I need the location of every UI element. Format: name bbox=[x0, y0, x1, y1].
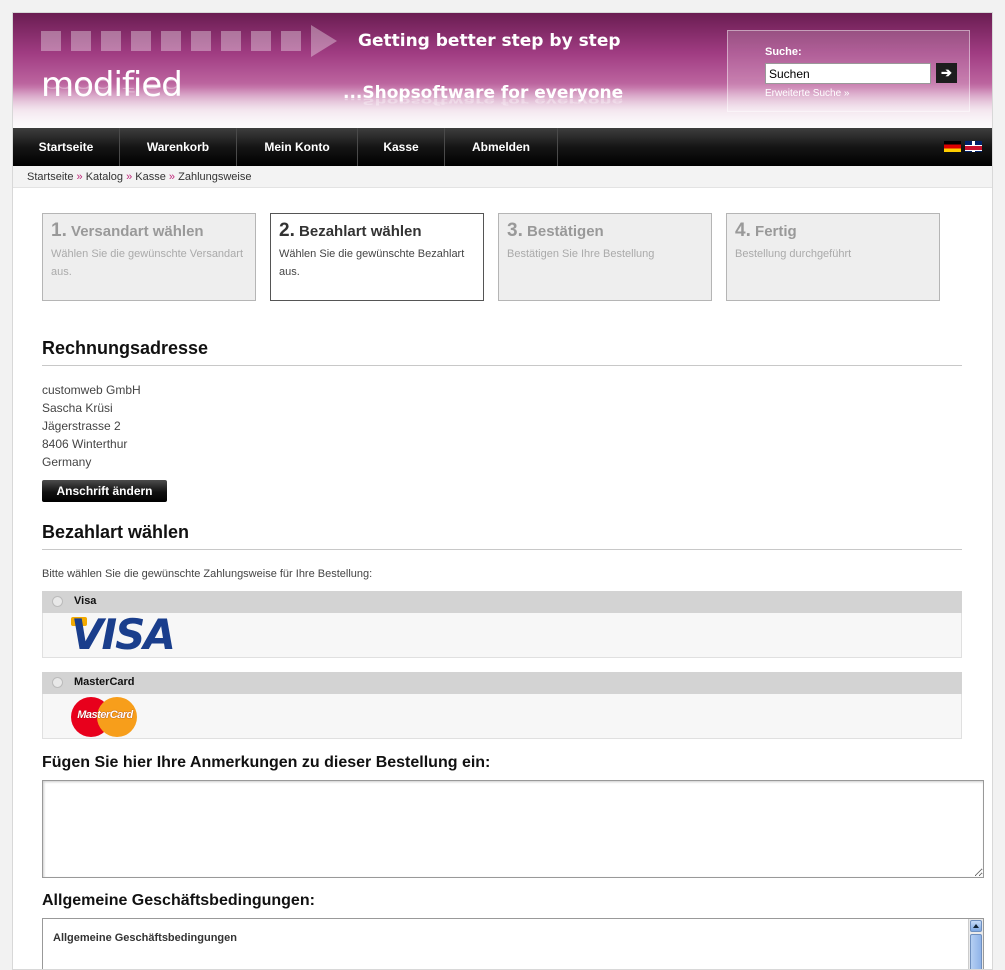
decorative-squares bbox=[41, 31, 301, 51]
search-submit-button[interactable]: ➔ bbox=[936, 63, 957, 83]
slogan-bottom-reflection: ...Shopsoftware for everyone bbox=[343, 96, 624, 106]
mastercard-logo-icon: MasterCard bbox=[71, 697, 139, 737]
search-box: Suche: ➔ Erweiterte Suche » bbox=[727, 30, 970, 112]
advanced-search-link[interactable]: Erweiterte Suche » bbox=[765, 88, 850, 99]
terms-box[interactable]: Allgemeine Geschäftsbedingungen bbox=[42, 918, 984, 969]
comments-label: Fügen Sie hier Ihre Anmerkungen zu diese… bbox=[42, 754, 491, 771]
breadcrumb-katalog[interactable]: Katalog bbox=[86, 171, 123, 183]
terms-label: Allgemeine Geschäftsbedingungen: bbox=[42, 892, 315, 909]
scroll-up-icon[interactable] bbox=[970, 920, 982, 932]
nav-item-warenkorb[interactable]: Warenkorb bbox=[120, 128, 237, 166]
search-label: Suche: bbox=[765, 46, 802, 58]
scroll-thumb[interactable] bbox=[970, 934, 982, 969]
uk-flag-icon[interactable] bbox=[965, 141, 982, 152]
checkout-step-payment: 2. Bezahlart wählen Wählen Sie die gewün… bbox=[270, 213, 484, 301]
payment-intro: Bitte wählen Sie die gewünschte Zahlungs… bbox=[42, 568, 373, 580]
checkout-step-done: 4. Fertig Bestellung durchgeführt bbox=[726, 213, 940, 301]
language-switcher bbox=[944, 141, 982, 152]
checkout-step-shipping[interactable]: 1. Versandart wählen Wählen Sie die gewü… bbox=[42, 213, 256, 301]
divider bbox=[42, 549, 962, 550]
mastercard-radio[interactable] bbox=[52, 677, 63, 688]
divider bbox=[42, 365, 962, 366]
payment-option-visa[interactable]: Visa VISA bbox=[42, 591, 962, 658]
breadcrumb-kasse[interactable]: Kasse bbox=[135, 171, 166, 183]
logo-reflection: modified bbox=[41, 75, 182, 95]
nav-item-kasse[interactable]: Kasse bbox=[358, 128, 445, 166]
page: modified modified Getting better step by… bbox=[12, 12, 993, 970]
visa-logo-icon: VISA bbox=[71, 610, 176, 659]
nav-item-startseite[interactable]: Startseite bbox=[13, 128, 120, 166]
billing-heading: Rechnungsadresse bbox=[42, 338, 209, 358]
visa-radio[interactable] bbox=[52, 596, 63, 607]
billing-address: customweb GmbH Sascha Krüsi Jägerstrasse… bbox=[42, 383, 141, 469]
checkout-step-confirm: 3. Bestätigen Bestätigen Sie Ihre Bestel… bbox=[498, 213, 712, 301]
breadcrumb: Startseite » Katalog » Kasse » Zahlungsw… bbox=[13, 166, 992, 188]
nav-item-mein-konto[interactable]: Mein Konto bbox=[237, 128, 358, 166]
header-banner: modified modified Getting better step by… bbox=[13, 13, 992, 128]
nav-item-abmelden[interactable]: Abmelden bbox=[445, 128, 558, 166]
breadcrumb-zahlungsweise: Zahlungsweise bbox=[178, 171, 252, 183]
search-input[interactable] bbox=[765, 63, 931, 84]
terms-scrollbar[interactable] bbox=[968, 919, 983, 969]
main-nav: Startseite Warenkorb Mein Konto Kasse Ab… bbox=[13, 128, 992, 166]
de-flag-icon[interactable] bbox=[944, 141, 961, 152]
terms-content-title: Allgemeine Geschäftsbedingungen bbox=[53, 932, 237, 944]
payment-option-mastercard[interactable]: MasterCard MasterCard bbox=[42, 672, 962, 739]
payment-heading: Bezahlart wählen bbox=[42, 522, 190, 542]
breadcrumb-startseite[interactable]: Startseite bbox=[27, 171, 73, 183]
slogan-top: Getting better step by step bbox=[358, 31, 621, 51]
change-address-button[interactable]: Anschrift ändern bbox=[42, 480, 167, 502]
comments-textarea[interactable] bbox=[42, 780, 984, 878]
arrow-icon bbox=[311, 25, 337, 57]
